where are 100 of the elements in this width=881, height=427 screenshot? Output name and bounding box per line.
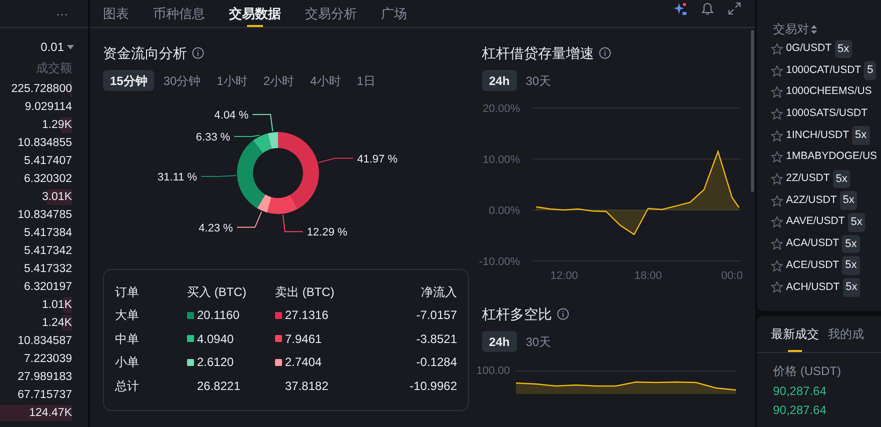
sort-icon[interactable] bbox=[811, 24, 817, 34]
axis-label: 10.00% bbox=[482, 154, 520, 166]
trades-tab[interactable]: 我的成 bbox=[828, 316, 864, 352]
expand-icon[interactable] bbox=[728, 2, 741, 15]
pair-link[interactable]: ACH/USDT bbox=[786, 280, 840, 296]
period-tab[interactable]: 1日 bbox=[350, 70, 382, 91]
axis-label: -10.00% bbox=[479, 256, 520, 268]
period-tab[interactable]: 30分钟 bbox=[156, 70, 208, 91]
axis-label: 20.00% bbox=[482, 103, 520, 115]
table-cell: -0.1284 bbox=[416, 355, 457, 370]
axis-label: 18:00 bbox=[634, 270, 662, 282]
column-header: 价格 (USDT) bbox=[772, 363, 842, 380]
pair-link[interactable]: AAVE/USDT bbox=[786, 214, 845, 230]
pair-link[interactable]: 2Z/USDT bbox=[786, 171, 830, 187]
percent-label: 41.97 % bbox=[357, 153, 398, 166]
pair-link[interactable]: 0G/USDT bbox=[786, 40, 832, 57]
star-icon[interactable] bbox=[771, 281, 783, 294]
table-cell: 小单 bbox=[115, 355, 139, 370]
star-icon[interactable] bbox=[771, 216, 783, 228]
pair-link[interactable]: 1MBABYDOGE/US bbox=[786, 149, 878, 166]
section-title: 杠杆多空比 bbox=[482, 304, 552, 324]
pair-link[interactable]: 1INCH/USDT bbox=[786, 128, 850, 144]
leader-line bbox=[318, 158, 354, 164]
info-icon[interactable] bbox=[599, 47, 611, 59]
info-icon[interactable] bbox=[557, 308, 569, 320]
period-tab[interactable]: 4小时 bbox=[303, 70, 348, 91]
axis-label: 100.00 bbox=[475, 364, 510, 378]
bell-icon[interactable] bbox=[701, 2, 714, 16]
star-icon[interactable] bbox=[771, 151, 783, 164]
star-icon[interactable] bbox=[771, 194, 783, 207]
leverage-badge: 5x bbox=[832, 170, 850, 188]
table-cell-text: 37.8182 bbox=[285, 378, 328, 395]
nav-tab[interactable]: 广场 bbox=[381, 0, 407, 27]
nav-tab[interactable]: 图表 bbox=[103, 0, 129, 27]
amount-text: 3.01K bbox=[42, 191, 72, 203]
amount-text: 5.417407 bbox=[24, 155, 72, 167]
amount-text: 6.320302 bbox=[24, 173, 72, 185]
pair-link[interactable]: ACA/USDT bbox=[786, 236, 840, 252]
table-cell-text: 26.8221 bbox=[197, 378, 240, 395]
table-cell-text: 4.0940 bbox=[197, 330, 234, 348]
pair-link[interactable]: 1000SATS/USDT bbox=[786, 106, 868, 122]
period-tab[interactable]: 24h bbox=[482, 70, 517, 91]
price-text: 90,287.64 bbox=[772, 383, 828, 400]
column-header: 净流入 bbox=[421, 284, 457, 299]
period-tab[interactable]: 24h bbox=[482, 331, 517, 352]
column-header: 卖出 (BTC) bbox=[275, 284, 334, 301]
star-icon[interactable] bbox=[771, 130, 783, 142]
sparkle-icon[interactable] bbox=[673, 2, 687, 16]
column-header: 买入 (BTC) bbox=[187, 284, 246, 301]
star-icon[interactable] bbox=[771, 238, 783, 250]
amount-text: 5.417384 bbox=[24, 227, 72, 239]
period-tab[interactable]: 15分钟 bbox=[103, 70, 154, 91]
table-cell-text: 27.1316 bbox=[285, 307, 328, 324]
trades-tab[interactable]: 最新成交 bbox=[771, 316, 819, 352]
column-header: 交易对 bbox=[773, 21, 809, 38]
table-cell-text: 20.1160 bbox=[197, 307, 240, 324]
amount-text: 225.728800 bbox=[11, 83, 72, 95]
star-icon[interactable] bbox=[771, 260, 783, 272]
pair-link[interactable]: 1000CAT/USDT bbox=[786, 62, 862, 78]
table-cell-text: 2.6120 bbox=[197, 354, 234, 372]
scrollbar[interactable] bbox=[751, 30, 754, 192]
leverage-badge: 5x bbox=[840, 191, 858, 210]
pair-link[interactable]: ACE/USDT bbox=[786, 258, 840, 274]
pair-link[interactable]: 1000CHEEMS/US bbox=[786, 84, 872, 100]
precision-dropdown[interactable]: 0.01 bbox=[40, 38, 74, 56]
period-tab[interactable]: 30天 bbox=[518, 70, 558, 91]
percent-label: 4.23 % bbox=[198, 222, 233, 234]
amount-text: 5.417332 bbox=[24, 263, 72, 275]
amount-text: 10.834587 bbox=[18, 335, 72, 347]
star-icon[interactable] bbox=[771, 64, 783, 77]
leverage-badge: 5x bbox=[842, 278, 860, 297]
period-tab[interactable]: 1小时 bbox=[210, 70, 254, 91]
nav-tab[interactable]: 币种信息 bbox=[153, 0, 205, 27]
amount-text: 27.989183 bbox=[18, 371, 72, 383]
leverage-badge: 5x bbox=[842, 234, 860, 254]
amount-text: 10.834855 bbox=[18, 137, 72, 149]
pair-link[interactable]: A2Z/USDT bbox=[786, 192, 837, 209]
price-text: 90,287.64 bbox=[772, 402, 828, 419]
info-icon[interactable] bbox=[192, 47, 204, 59]
column-header: 订单 bbox=[115, 284, 139, 299]
amount-text: 124.47K bbox=[29, 407, 72, 419]
nav-tab[interactable]: 交易数据 bbox=[229, 0, 281, 27]
star-icon[interactable] bbox=[771, 86, 783, 98]
star-icon[interactable] bbox=[771, 108, 783, 120]
leverage-badge: 5x bbox=[848, 213, 866, 232]
amount-text: 67.715737 bbox=[18, 389, 72, 401]
amount-text: 5.417342 bbox=[24, 245, 72, 257]
percent-label: 4.04 % bbox=[214, 109, 249, 122]
star-icon[interactable] bbox=[771, 42, 783, 55]
table-cell: 中单 bbox=[115, 332, 139, 346]
period-tab[interactable]: 30天 bbox=[518, 331, 558, 352]
leader-line bbox=[234, 134, 260, 137]
table-cell-text: 2.7404 bbox=[285, 354, 322, 372]
period-tab[interactable]: 2小时 bbox=[256, 70, 302, 91]
table-cell: 总计 bbox=[115, 378, 139, 393]
leverage-badge: 5x bbox=[852, 126, 870, 145]
more-icon[interactable]: ··· bbox=[56, 4, 68, 22]
nav-tab[interactable]: 交易分析 bbox=[305, 0, 357, 27]
star-icon[interactable] bbox=[771, 172, 783, 185]
percent-label: 12.29 % bbox=[306, 226, 348, 239]
